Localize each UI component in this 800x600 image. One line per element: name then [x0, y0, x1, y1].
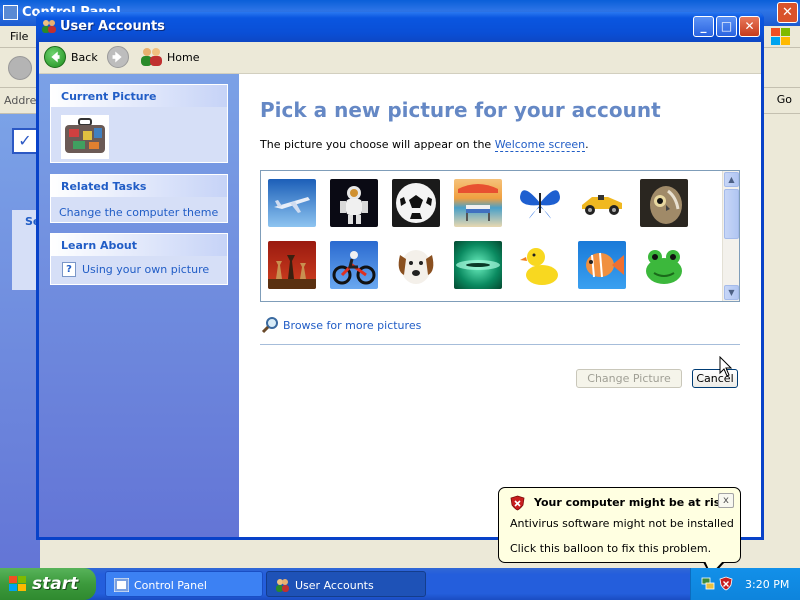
scrollbar-thumb[interactable] [724, 189, 739, 239]
taskbar-item-user-accounts[interactable]: User Accounts [266, 571, 426, 597]
network-icon[interactable] [701, 576, 715, 590]
home-button[interactable]: Home [167, 51, 199, 64]
change-picture-button[interactable]: Change Picture [576, 369, 682, 388]
taskbar-item-label: User Accounts [295, 579, 374, 592]
change-theme-link[interactable]: Change the computer theme [59, 206, 218, 219]
start-button[interactable]: start [0, 568, 96, 600]
mouse-cursor-icon [719, 356, 733, 377]
maximize-button[interactable]: □ [716, 16, 737, 37]
windows-logo-icon [771, 28, 790, 45]
picture-rubber-duck[interactable] [516, 241, 564, 289]
window-content: Current Picture Related Tasks Change the… [39, 74, 761, 537]
control-panel-task-pane [0, 114, 40, 568]
back-arrow-icon[interactable] [8, 56, 32, 80]
security-balloon[interactable]: Your computer might be at risk x Antivir… [498, 487, 741, 563]
home-users-icon[interactable] [140, 46, 164, 68]
picture-dirt-bike[interactable] [330, 241, 378, 289]
separator [260, 344, 740, 345]
learn-about-header: Learn About [51, 234, 227, 256]
picture-dog[interactable] [392, 241, 440, 289]
back-button[interactable]: Back [71, 51, 98, 64]
taskbar-item-control-panel[interactable]: Control Panel [105, 571, 263, 597]
users-icon [42, 20, 56, 33]
balloon-title: Your computer might be at risk [534, 496, 728, 509]
magnifier-icon[interactable] [261, 316, 279, 334]
taskbar-item-label: Control Panel [134, 579, 207, 592]
title-bar[interactable]: User Accounts _ □ ✕ [36, 12, 764, 42]
picture-soccer-ball[interactable] [392, 179, 440, 227]
description-text: The picture you choose will appear on th… [260, 138, 495, 151]
minimize-button[interactable]: _ [693, 16, 714, 37]
menu-file[interactable]: File [10, 30, 28, 43]
description-period: . [585, 138, 589, 151]
suitcase-icon [61, 115, 109, 159]
picture-airplane[interactable] [268, 179, 316, 227]
checkmark-icon: ✓ [12, 128, 38, 154]
picture-list-scrollbar[interactable]: ▲ ▼ [722, 171, 739, 301]
welcome-screen-link[interactable]: Welcome screen [494, 138, 586, 152]
navigation-bar: Back Home [39, 42, 761, 74]
forward-arrow-icon[interactable] [107, 46, 129, 68]
page-title: Pick a new picture for your account [260, 98, 661, 122]
picture-owl[interactable] [640, 179, 688, 227]
close-button[interactable]: ✕ [739, 16, 760, 37]
window-title: User Accounts [60, 19, 165, 34]
scroll-up-icon[interactable]: ▲ [724, 172, 739, 187]
picture-list[interactable]: ▲ ▼ [260, 170, 740, 302]
balloon-message: Antivirus software might not be installe… [510, 517, 734, 530]
taskbar: start Control Panel User Accounts 3:20 P… [0, 568, 800, 600]
help-icon[interactable]: ? [62, 262, 76, 277]
clock[interactable]: 3:20 PM [745, 578, 789, 591]
start-label: start [32, 574, 79, 594]
balloon-instruction: Click this balloon to fix this problem. [510, 542, 712, 555]
picture-race-car[interactable] [578, 179, 626, 227]
task-pane: Current Picture Related Tasks Change the… [39, 74, 239, 537]
control-panel-icon [114, 578, 129, 592]
system-tray: 3:20 PM [690, 568, 800, 600]
control-panel-icon [3, 5, 18, 20]
current-picture-header: Current Picture [51, 85, 227, 107]
user-accounts-window: User Accounts _ □ ✕ Back Home Current Pi… [36, 12, 764, 540]
browse-pictures-link[interactable]: Browse for more pictures [283, 319, 421, 332]
security-shield-icon [510, 495, 525, 511]
scroll-down-icon[interactable]: ▼ [724, 285, 739, 300]
picture-astronaut[interactable] [330, 179, 378, 227]
back-arrow-icon[interactable] [44, 46, 66, 68]
related-tasks-header: Related Tasks [51, 175, 227, 197]
own-picture-link[interactable]: Using your own picture [82, 263, 209, 276]
page-description: The picture you choose will appear on th… [260, 138, 589, 152]
related-tasks-box: Related Tasks Change the computer theme [50, 174, 228, 223]
users-icon [276, 579, 289, 592]
control-panel-close-button[interactable]: ✕ [777, 2, 798, 23]
picture-green-abstract[interactable] [454, 241, 502, 289]
windows-logo-icon [9, 576, 26, 591]
picture-chess[interactable] [268, 241, 316, 289]
go-button[interactable]: Go [777, 93, 792, 106]
main-pane: Pick a new picture for your account The … [239, 74, 761, 537]
picture-fish[interactable] [578, 241, 626, 289]
picture-butterfly[interactable] [516, 179, 564, 227]
balloon-close-button[interactable]: x [718, 493, 734, 508]
learn-about-box: Learn About ? Using your own picture [50, 233, 228, 285]
security-shield-icon[interactable] [719, 576, 733, 591]
current-picture-box: Current Picture [50, 84, 228, 163]
picture-beach-chair[interactable] [454, 179, 502, 227]
picture-frog[interactable] [640, 241, 688, 289]
